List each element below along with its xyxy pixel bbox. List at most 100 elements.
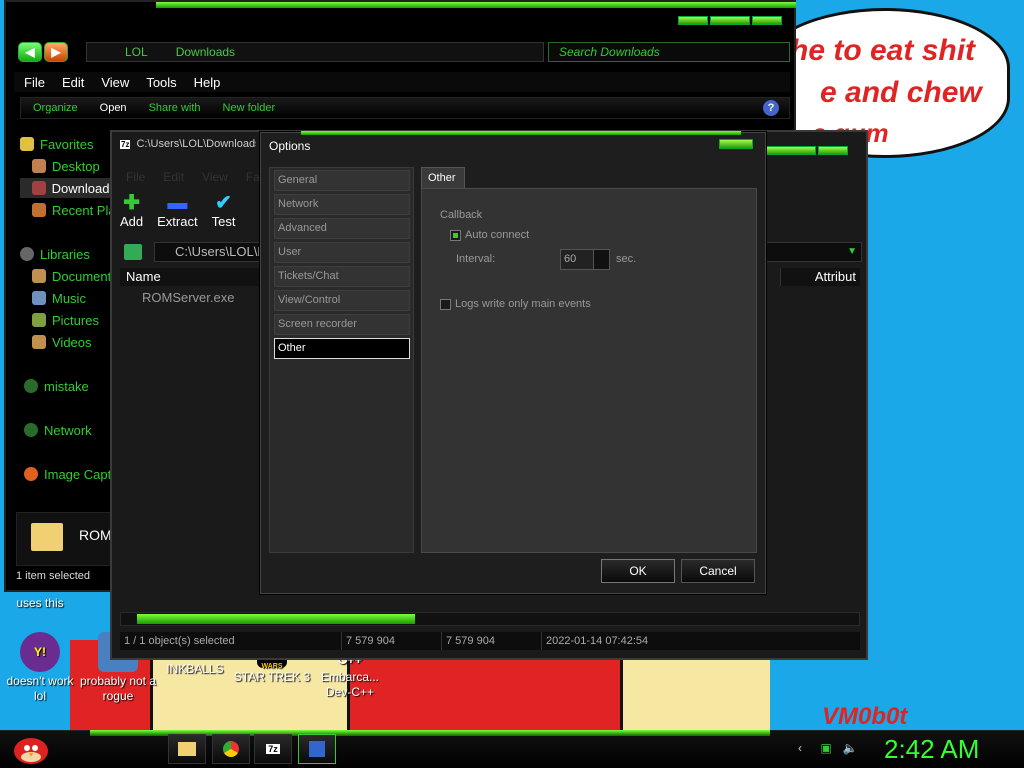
category-general[interactable]: General: [274, 170, 410, 191]
new-folder-button[interactable]: New folder: [223, 102, 276, 114]
search-input[interactable]: Search Downloads: [548, 42, 790, 62]
forward-button[interactable]: ▶: [44, 42, 68, 62]
sidebar-item-documents[interactable]: Documents: [32, 266, 118, 286]
menu-file[interactable]: File: [24, 75, 45, 90]
add-button[interactable]: ✚ Add: [120, 192, 143, 229]
minimize-button[interactable]: [678, 16, 708, 25]
sidebar-label: Documents: [52, 268, 118, 284]
sidebar-item-pictures[interactable]: Pictures: [32, 310, 99, 330]
tray-volume-icon[interactable]: 🔈: [842, 740, 858, 756]
desktop-icon: [32, 159, 46, 173]
close-button[interactable]: [752, 16, 782, 25]
checkbox-box[interactable]: [440, 298, 451, 310]
downloads-icon: [32, 181, 46, 195]
sidebar-item-libraries[interactable]: Libraries: [20, 244, 90, 264]
maximize-button[interactable]: [710, 16, 750, 25]
auto-connect-checkbox[interactable]: Auto connect: [450, 229, 529, 241]
extract-button[interactable]: ▬ Extract: [157, 192, 197, 229]
close-button[interactable]: [818, 146, 848, 155]
minimize-button[interactable]: [766, 146, 816, 155]
desktop-icon-label: uses this: [16, 596, 64, 610]
tray-network-icon[interactable]: ▣: [818, 740, 834, 756]
sidebar-item-favorites[interactable]: Favorites: [20, 134, 93, 154]
7zip-statusbar: 1 / 1 object(s) selected 7 579 904 7 579…: [120, 632, 860, 650]
options-dialog: Options General Network Advanced User Ti…: [260, 131, 766, 594]
explorer-top-glow: [156, 2, 796, 8]
pictures-icon: [32, 313, 46, 327]
category-tickets-chat[interactable]: Tickets/Chat: [274, 266, 410, 287]
spinner-arrows[interactable]: [593, 250, 609, 269]
address-segment-lol[interactable]: LOL: [125, 45, 148, 59]
scrollbar-thumb[interactable]: [137, 614, 415, 624]
interval-spinner[interactable]: 60: [560, 249, 610, 270]
checkbox-box[interactable]: [450, 229, 461, 241]
status-modified: 2022-01-14 07:42:54: [546, 635, 649, 647]
sidebar-item-videos[interactable]: Videos: [32, 332, 92, 352]
taskbar-clock[interactable]: 2:42 AM: [884, 734, 979, 765]
taskbar-chrome[interactable]: [212, 734, 250, 764]
test-icon: ✔: [215, 192, 232, 214]
address-bar[interactable]: LOL Downloads: [86, 42, 544, 62]
sidebar-label: mistake: [44, 378, 89, 394]
start-button[interactable]: [10, 732, 52, 766]
ok-button[interactable]: OK: [601, 559, 675, 583]
column-header-name[interactable]: Name: [120, 268, 260, 286]
file-row[interactable]: ROMServer.exe: [122, 290, 262, 306]
desktop-icon-uses-this[interactable]: uses this: [0, 596, 80, 611]
path-dropdown-arrow[interactable]: ▼: [766, 242, 862, 262]
sidebar-item-mistake[interactable]: mistake: [24, 376, 89, 396]
taskbar-explorer[interactable]: [168, 734, 206, 764]
sidebar-item-downloads[interactable]: Downloads: [20, 178, 116, 198]
command-bar: Organize Open Share with New folder ?: [20, 97, 790, 119]
sidebar-item-music[interactable]: Music: [32, 288, 86, 308]
7zip-menu-edit[interactable]: Edit: [163, 170, 184, 184]
back-button[interactable]: ◀: [18, 42, 42, 62]
taskbar-romserver[interactable]: [298, 734, 336, 764]
zip-folder-icon: [31, 523, 63, 551]
desktop-icon-yahoo[interactable]: Y! doesn't work lol: [0, 632, 80, 704]
category-other[interactable]: Other: [274, 338, 410, 359]
menu-edit[interactable]: Edit: [62, 75, 84, 90]
address-segment-downloads[interactable]: Downloads: [176, 45, 235, 59]
category-advanced[interactable]: Advanced: [274, 218, 410, 239]
menu-view[interactable]: View: [101, 75, 129, 90]
explorer-status: 1 item selected: [16, 570, 90, 582]
add-icon: ✚: [123, 192, 140, 214]
7zip-path-field[interactable]: C:\Users\LOL\Downloads\: [154, 242, 264, 262]
7zip-menu-file[interactable]: File: [126, 170, 145, 184]
folder-up-icon[interactable]: [124, 244, 142, 260]
documents-icon: [32, 269, 46, 283]
explorer-window-buttons: [678, 16, 782, 25]
libraries-icon: [20, 247, 34, 261]
share-with-button[interactable]: Share with: [149, 102, 201, 114]
column-header-attributes[interactable]: Attribut: [780, 268, 860, 286]
tab-other[interactable]: Other: [421, 167, 465, 189]
help-icon[interactable]: ?: [763, 100, 779, 116]
callback-group-label: Callback: [440, 209, 483, 221]
logs-main-events-checkbox[interactable]: Logs write only main events: [440, 298, 591, 310]
cancel-button[interactable]: Cancel: [681, 559, 755, 583]
7zip-menu-view[interactable]: View: [202, 170, 228, 184]
interval-value[interactable]: 60: [564, 253, 576, 265]
tray-chevron-icon[interactable]: ‹: [792, 740, 808, 756]
music-icon: [32, 291, 46, 305]
open-button[interactable]: Open: [100, 102, 127, 114]
videos-icon: [32, 335, 46, 349]
horizontal-scrollbar[interactable]: [120, 612, 860, 626]
taskbar-7zip[interactable]: 7z: [254, 734, 292, 764]
organize-button[interactable]: Organize: [33, 102, 78, 114]
category-screen-recorder[interactable]: Screen recorder: [274, 314, 410, 335]
desktop-icon-inkballs[interactable]: INKBALLS: [155, 662, 235, 677]
menu-tools[interactable]: Tools: [146, 75, 176, 90]
menu-help[interactable]: Help: [194, 75, 221, 90]
7zip-menubar: File Edit View Fav: [126, 170, 266, 184]
dialog-close-button[interactable]: [719, 139, 753, 149]
category-network[interactable]: Network: [274, 194, 410, 215]
category-view-control[interactable]: View/Control: [274, 290, 410, 311]
sidebar-item-desktop[interactable]: Desktop: [32, 156, 100, 176]
category-user[interactable]: User: [274, 242, 410, 263]
test-button[interactable]: ✔ Test: [212, 192, 236, 229]
auto-connect-label: Auto connect: [465, 229, 530, 241]
sidebar-item-network[interactable]: Network: [24, 420, 92, 440]
dialog-title: Options: [269, 139, 311, 153]
